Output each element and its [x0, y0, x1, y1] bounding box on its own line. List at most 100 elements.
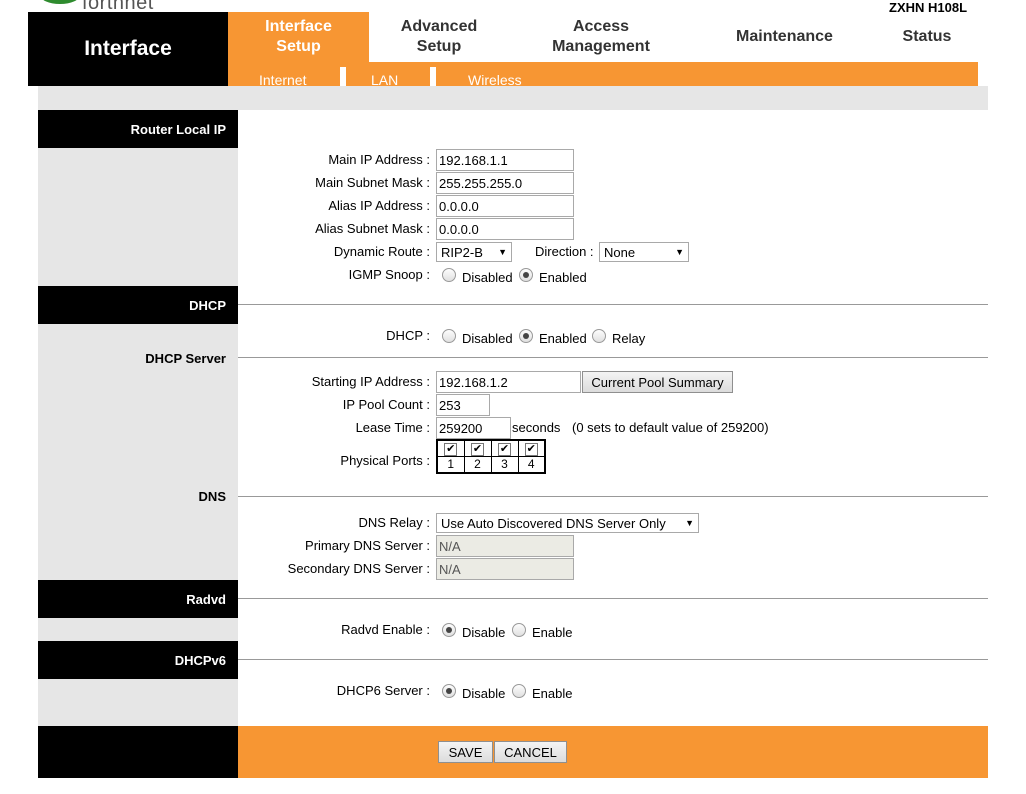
direction-label: Direction : — [535, 244, 594, 259]
sub-navigation: Internet LAN Wireless — [228, 62, 978, 88]
dhcp6-disable-radio[interactable] — [442, 684, 456, 698]
ip-pool-count-input[interactable] — [436, 394, 490, 416]
section-radvd: Radvd — [38, 580, 238, 618]
dynamic-route-value: RIP2-B — [441, 244, 483, 260]
dhcp-mode-label: DHCP : — [386, 328, 430, 343]
port-number: 4 — [517, 456, 546, 473]
radvd-enable-radio[interactable] — [512, 623, 526, 637]
port-4-checkbox[interactable]: ✔ — [524, 443, 538, 456]
subsection-dhcp-server: DHCP Server — [145, 351, 226, 366]
dhcp-relay-text: Relay — [612, 331, 646, 346]
igmp-disabled-radio[interactable] — [442, 268, 456, 282]
dhcp-disabled-radio[interactable] — [442, 329, 456, 343]
port-3-checkbox[interactable]: ✔ — [498, 443, 511, 456]
igmp-enabled-text: Enabled — [539, 270, 587, 285]
radvd-enable-text: Enable — [532, 625, 573, 640]
lease-unit-text: seconds — [512, 420, 561, 435]
igmp-disabled-text: Disabled — [462, 270, 513, 285]
igmp-snoop-label: IGMP Snoop : — [348, 267, 430, 282]
current-pool-summary-button[interactable]: Current Pool Summary — [582, 371, 733, 393]
main-subnet-input[interactable] — [436, 172, 574, 194]
physical-ports-label: Physical Ports : — [340, 453, 430, 468]
dhcp-enabled-radio[interactable] — [519, 329, 533, 343]
port-number: 1 — [436, 456, 465, 473]
divider — [238, 659, 988, 660]
subtab-separator — [340, 67, 346, 86]
secondary-dns-input[interactable] — [436, 558, 574, 580]
dns-relay-select[interactable]: Use Auto Discovered DNS Server Only ▼ — [436, 513, 699, 533]
left-column — [38, 110, 238, 726]
tab-interface-setup[interactable]: Interface Setup — [228, 12, 369, 62]
port-2-checkbox[interactable]: ✔ — [471, 443, 484, 456]
section-dhcp: DHCP — [38, 286, 238, 324]
divider — [238, 598, 988, 599]
tab-label: Interface — [265, 18, 332, 35]
chevron-down-icon: ▼ — [675, 247, 684, 257]
lease-time-label: Lease Time : — [355, 420, 430, 435]
section-dhcpv6: DHCPv6 — [38, 641, 238, 679]
physical-ports-table: ✔ ✔ ✔ ✔ 1 2 3 4 — [436, 439, 546, 474]
header-gray-band — [38, 86, 988, 110]
chevron-down-icon: ▼ — [685, 518, 694, 528]
subtab-separator — [430, 67, 436, 86]
main-ip-label: Main IP Address : — [328, 152, 430, 167]
cancel-button[interactable]: CANCEL — [494, 741, 567, 763]
tab-label: Access — [572, 18, 630, 35]
tab-label: Maintenance — [736, 28, 833, 45]
alias-ip-label: Alias IP Address : — [328, 198, 430, 213]
tab-label: Management — [552, 38, 650, 55]
secondary-dns-label: Secondary DNS Server : — [287, 561, 430, 576]
tab-maintenance[interactable]: Maintenance — [693, 12, 876, 62]
dynamic-route-select[interactable]: RIP2-B ▼ — [436, 242, 512, 262]
section-router-local-ip: Router Local IP — [38, 110, 238, 148]
dhcp6-enable-text: Enable — [532, 686, 573, 701]
port-number: 3 — [490, 456, 519, 473]
radvd-enable-label: Radvd Enable : — [341, 622, 430, 637]
primary-dns-label: Primary DNS Server : — [305, 538, 430, 553]
port-number: 2 — [463, 456, 492, 473]
save-button[interactable]: SAVE — [438, 741, 493, 763]
radvd-disable-radio[interactable] — [442, 623, 456, 637]
alias-ip-input[interactable] — [436, 195, 574, 217]
subsection-dns: DNS — [198, 489, 226, 504]
port-1-checkbox[interactable]: ✔ — [444, 443, 458, 456]
alias-subnet-input[interactable] — [436, 218, 574, 240]
dhcp6-enable-radio[interactable] — [512, 684, 526, 698]
lease-time-input[interactable] — [436, 417, 511, 439]
footer-left — [38, 726, 238, 778]
dhcp-disabled-text: Disabled — [462, 331, 513, 346]
tab-label: Status — [902, 28, 952, 45]
tab-advanced-setup[interactable]: Advanced Setup — [369, 12, 509, 62]
igmp-enabled-radio[interactable] — [519, 268, 533, 282]
tab-label: Setup — [276, 38, 321, 55]
footer-bar — [238, 726, 988, 778]
divider — [238, 496, 988, 497]
tab-label: Advanced — [400, 18, 478, 35]
divider — [238, 357, 988, 358]
dhcp-enabled-text: Enabled — [539, 331, 587, 346]
starting-ip-label: Starting IP Address : — [311, 374, 430, 389]
direction-select[interactable]: None ▼ — [599, 242, 689, 262]
dns-relay-value: Use Auto Discovered DNS Server Only — [441, 515, 666, 531]
divider — [238, 304, 988, 305]
logo-mark — [40, 0, 80, 4]
lease-note-text: (0 sets to default value of 259200) — [572, 420, 769, 435]
main-subnet-label: Main Subnet Mask : — [315, 175, 430, 190]
tab-label: Setup — [416, 38, 462, 55]
primary-dns-input[interactable] — [436, 535, 574, 557]
dhcp-relay-radio[interactable] — [592, 329, 606, 343]
ip-pool-count-label: IP Pool Count : — [342, 397, 430, 412]
dynamic-route-label: Dynamic Route : — [333, 244, 430, 259]
chevron-down-icon: ▼ — [498, 247, 507, 257]
direction-value: None — [604, 244, 636, 260]
dhcp6-disable-text: Disable — [462, 686, 506, 701]
section-brand-box: Interface — [28, 12, 228, 86]
starting-ip-input[interactable] — [436, 371, 581, 393]
radvd-disable-text: Disable — [462, 625, 506, 640]
dns-relay-label: DNS Relay : — [358, 515, 430, 530]
alias-subnet-label: Alias Subnet Mask : — [315, 221, 430, 236]
dhcp6-server-label: DHCP6 Server : — [336, 683, 430, 698]
main-ip-input[interactable] — [436, 149, 574, 171]
tab-status[interactable]: Status — [876, 12, 978, 62]
tab-access-management[interactable]: Access Management — [509, 12, 693, 62]
